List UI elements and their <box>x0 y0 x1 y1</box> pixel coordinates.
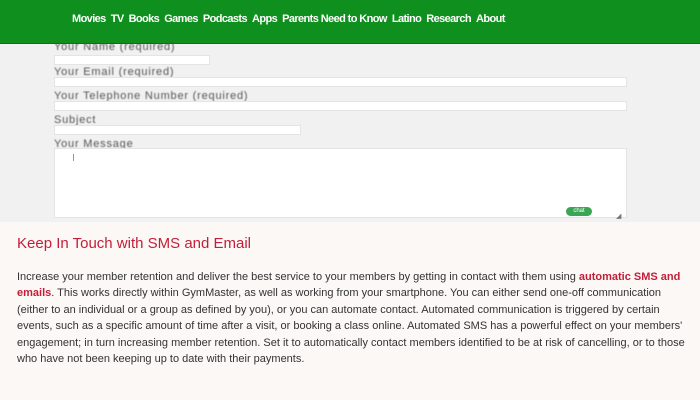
name-field[interactable] <box>54 55 210 65</box>
nav-item-books[interactable]: Books <box>129 13 160 25</box>
email-field[interactable] <box>54 77 627 87</box>
section-paragraph: Increase your member retention and deliv… <box>17 269 687 367</box>
nav-item-research[interactable]: Research <box>426 13 471 25</box>
section-heading: Keep In Touch with SMS and Email <box>17 235 252 252</box>
name-label: Your Name (required) <box>54 41 176 53</box>
paragraph-text-start: Increase your member retention and deliv… <box>17 271 579 283</box>
paragraph-text-end: . This works directly within GymMaster, … <box>17 287 685 366</box>
nav-item-podcasts[interactable]: Podcasts <box>203 13 248 25</box>
nav-item-tv[interactable]: TV <box>111 13 124 25</box>
sms-email-section: Keep In Touch with SMS and Email Increas… <box>0 222 700 400</box>
phone-field[interactable] <box>54 101 627 111</box>
nav-menu: Movies TV Books Games Podcasts Apps Pare… <box>72 13 505 25</box>
nav-item-parents-need-to-know[interactable]: Parents Need to Know <box>282 13 387 25</box>
nav-item-movies[interactable]: Movies <box>72 13 106 25</box>
nav-item-latino[interactable]: Latino <box>392 13 422 25</box>
text-caret <box>73 154 74 161</box>
top-navigation-bar: Movies TV Books Games Podcasts Apps Pare… <box>0 0 700 44</box>
resize-handle-icon[interactable]: ◢ <box>616 212 621 220</box>
contact-form: Your Name (required) Your Email (require… <box>0 41 700 222</box>
subject-field[interactable] <box>54 125 301 135</box>
nav-item-about[interactable]: About <box>476 13 505 25</box>
nav-item-apps[interactable]: Apps <box>252 13 278 25</box>
message-textarea[interactable] <box>54 148 627 218</box>
chat-widget-button[interactable]: chat <box>566 207 592 216</box>
nav-item-games[interactable]: Games <box>164 13 198 25</box>
